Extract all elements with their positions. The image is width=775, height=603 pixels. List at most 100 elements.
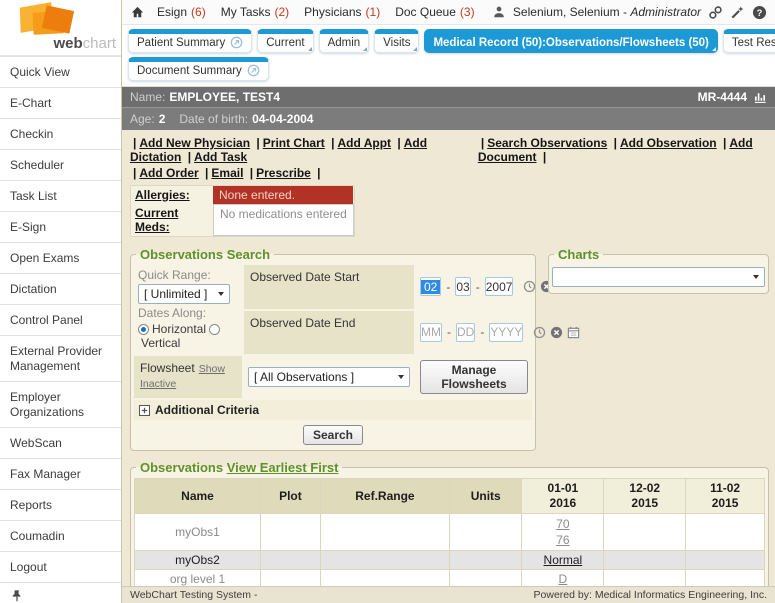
alerts-block: Allergies: None entered. Current Meds: N… xyxy=(130,185,355,237)
add-new-physician-link[interactable]: Add New Physician xyxy=(139,136,250,150)
popout-icon[interactable] xyxy=(230,36,243,49)
manage-flowsheets-button[interactable]: Manage Flowsheets xyxy=(420,360,528,394)
main-column: Esign(6) My Tasks(2) Physicians(1) Doc Q… xyxy=(122,0,775,603)
date-start-month-input[interactable]: 02 xyxy=(420,277,441,296)
sidebar-item-checkin[interactable]: Checkin xyxy=(0,118,121,149)
footer-left-text: WebChart Testing System - xyxy=(130,589,257,601)
search-button[interactable]: Search xyxy=(303,425,363,445)
flowsheet-select[interactable]: [ All Observations ] xyxy=(248,367,410,387)
prescribe-link[interactable]: Prescribe xyxy=(256,166,311,180)
sidebar-item-coumadin[interactable]: Coumadin xyxy=(0,520,121,551)
observations-table: Name Plot Ref.Range Units 01-012016 12-0… xyxy=(134,478,765,586)
quick-range-select[interactable]: [ Unlimited ] xyxy=(138,284,230,304)
view-earliest-first-link[interactable]: View Earliest First xyxy=(227,460,339,475)
separator: - xyxy=(480,325,484,339)
menu-label: Doc Queue xyxy=(395,5,456,19)
sidebar-item-e-sign[interactable]: E-Sign xyxy=(0,211,121,242)
dates-along-radios: HorizontalVertical xyxy=(138,322,238,350)
tab-document-summary[interactable]: Document Summary xyxy=(128,57,269,81)
date-end-day-input[interactable]: DD xyxy=(456,323,475,342)
patient-name-bar: Name: EMPLOYEE, TEST4 MR-4444 xyxy=(122,87,775,108)
tab-current[interactable]: Current xyxy=(257,29,313,53)
menu-item-my-tasks[interactable]: My Tasks(2) xyxy=(221,5,289,19)
sidebar-item-quick-view[interactable]: Quick View xyxy=(0,56,121,87)
sidebar-item-external-provider-management[interactable]: External Provider Management xyxy=(0,335,121,381)
menu-item-esign[interactable]: Esign(6) xyxy=(157,5,206,19)
col-ref-range: Ref.Range xyxy=(320,479,449,514)
sidebar-item-open-exams[interactable]: Open Exams xyxy=(0,242,121,273)
add-appt-link[interactable]: Add Appt xyxy=(337,136,391,150)
clock-icon[interactable] xyxy=(533,326,546,339)
sidebar-pin-button[interactable] xyxy=(0,582,121,603)
date-end-month-input[interactable]: MM xyxy=(420,323,442,342)
home-icon[interactable] xyxy=(130,5,145,20)
search-observations-link[interactable]: Search Observations xyxy=(487,136,607,150)
wand-icon[interactable] xyxy=(730,5,745,20)
sidebar-item-fax-manager[interactable]: Fax Manager xyxy=(0,458,121,489)
tab-visits[interactable]: Visits xyxy=(374,29,419,53)
tab-admin[interactable]: Admin xyxy=(319,29,370,53)
email-link[interactable]: Email xyxy=(211,166,243,180)
date-start-year-input[interactable]: 2007 xyxy=(485,277,514,296)
separator: | xyxy=(723,136,726,150)
add-observation-link[interactable]: Add Observation xyxy=(620,136,717,150)
print-chart-link[interactable]: Print Chart xyxy=(263,136,325,150)
allergies-link[interactable]: Allergies: xyxy=(135,188,190,202)
dob-label: Date of birth: xyxy=(179,112,248,126)
tab-row-1: Patient Summary Current Admin Visits Med… xyxy=(128,29,769,53)
sidebar-item-scheduler[interactable]: Scheduler xyxy=(0,149,121,180)
sidebar-item-employer-organizations[interactable]: Employer Organizations xyxy=(0,381,121,427)
menu-item-doc-queue[interactable]: Doc Queue(3) xyxy=(395,5,474,19)
obs-value-link[interactable]: D xyxy=(559,572,568,586)
col-date-2: 12-022015 xyxy=(604,479,686,514)
popout-icon[interactable] xyxy=(247,64,260,77)
sidebar-item-task-list[interactable]: Task List xyxy=(0,180,121,211)
sidebar-item-dictation[interactable]: Dictation xyxy=(0,273,121,304)
date-end-label: Observed Date End xyxy=(244,311,414,355)
link-icon[interactable] xyxy=(708,5,723,20)
date-start-day-input[interactable]: 03 xyxy=(455,277,470,296)
tab-medical-record-observations[interactable]: Medical Record (50):Observations/Flowshe… xyxy=(424,29,717,53)
tab-test-results[interactable]: Test Results xyxy=(723,29,775,53)
current-meds-link[interactable]: Current Meds: xyxy=(135,206,178,234)
dates-along-horizontal-radio[interactable] xyxy=(138,324,149,335)
observation-action-links: |Search Observations |Add Observation |A… xyxy=(478,136,769,164)
clock-icon[interactable] xyxy=(523,280,536,293)
separator: | xyxy=(205,166,208,180)
separator: | xyxy=(543,150,546,164)
menu-label: Physicians xyxy=(304,5,361,19)
sidebar-item-reports[interactable]: Reports xyxy=(0,489,121,520)
webchart-logo[interactable]: webchart xyxy=(0,0,121,56)
bar-chart-icon[interactable] xyxy=(753,90,767,104)
help-icon[interactable]: ? xyxy=(752,5,767,20)
add-task-link[interactable]: Add Task xyxy=(194,150,247,164)
quick-range-panel: Quick Range: [ Unlimited ] Dates Along: … xyxy=(134,265,242,354)
dates-along-vertical-radio[interactable] xyxy=(209,324,220,335)
sidebar-item-logout[interactable]: Logout xyxy=(0,551,121,582)
tab-patient-summary[interactable]: Patient Summary xyxy=(128,29,252,53)
charts-fieldset: Charts xyxy=(548,247,769,294)
observations-fieldset: Observations View Earliest First Name Pl… xyxy=(130,460,769,586)
sidebar-item-e-chart[interactable]: E-Chart xyxy=(0,87,121,118)
menu-item-physicians[interactable]: Physicians(1) xyxy=(304,5,380,19)
dates-along-label: Dates Along: xyxy=(138,306,206,320)
obs-value-link[interactable]: 70 xyxy=(525,516,600,532)
additional-criteria-row[interactable]: Additional Criteria xyxy=(134,400,532,420)
flowsheet-select-cell: [ All Observations ] xyxy=(244,356,414,398)
calendar-icon[interactable] xyxy=(567,326,580,339)
charts-select[interactable] xyxy=(552,267,765,287)
sidebar-item-control-panel[interactable]: Control Panel xyxy=(0,304,121,335)
age-label: Age: xyxy=(130,112,155,126)
clear-date-icon[interactable] xyxy=(550,326,563,339)
menu-label: My Tasks xyxy=(221,5,271,19)
obs-value-link[interactable]: Normal xyxy=(544,553,583,567)
allergies-row: Allergies: None entered. xyxy=(131,186,354,204)
date-end-year-input[interactable]: YYYY xyxy=(489,323,523,342)
expand-plus-icon[interactable] xyxy=(139,405,150,416)
sidebar-item-webscan[interactable]: WebScan xyxy=(0,427,121,458)
tab-label: Admin xyxy=(328,37,361,49)
obs-value-link[interactable]: 76 xyxy=(525,532,600,548)
add-order-link[interactable]: Add Order xyxy=(139,166,198,180)
tab-label: Visits xyxy=(383,37,410,49)
obs-name: myObs1 xyxy=(135,514,261,551)
